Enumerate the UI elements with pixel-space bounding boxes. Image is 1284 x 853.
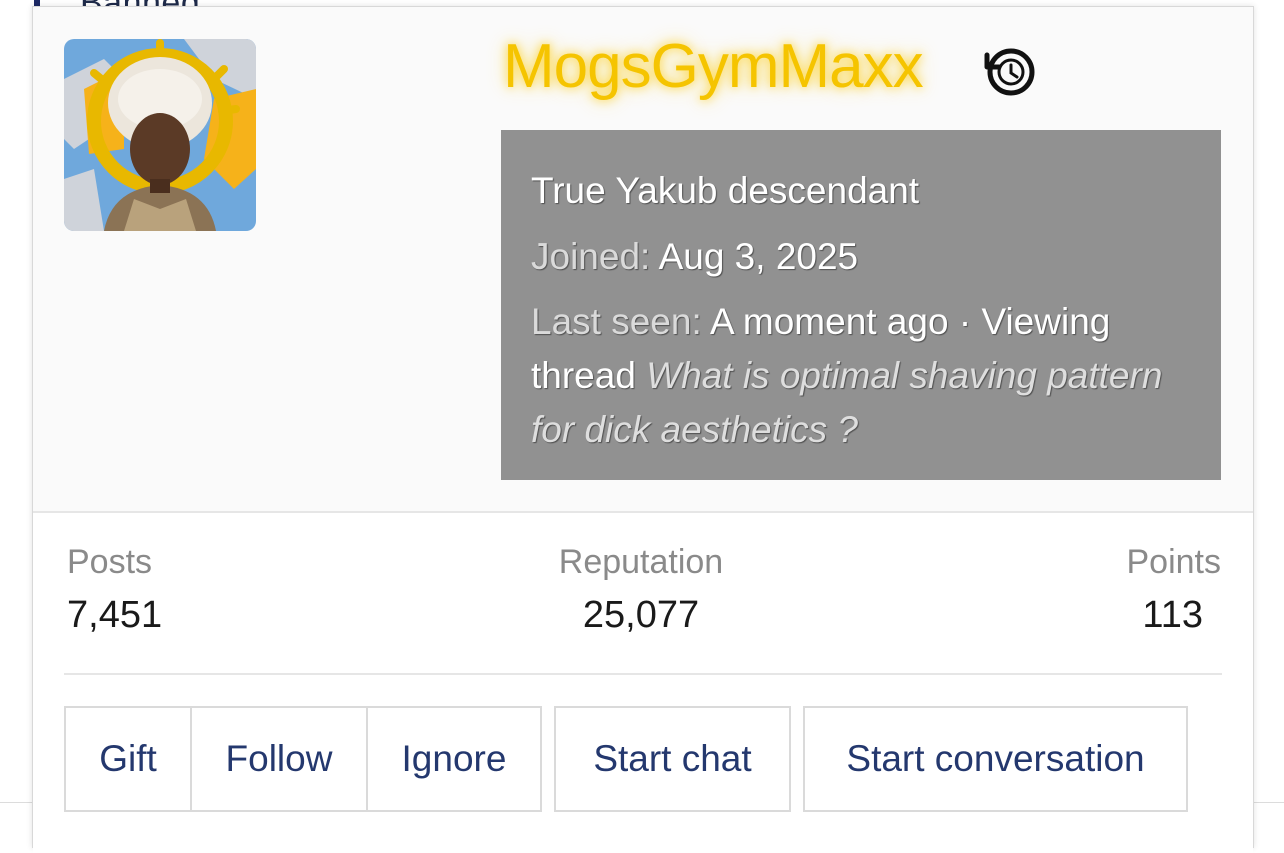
joined-row: Joined: Aug 3, 2025	[531, 230, 1191, 284]
points-label: Points	[1126, 543, 1222, 581]
start-conversation-button[interactable]: Start conversation	[803, 706, 1188, 812]
start-chat-button[interactable]: Start chat	[554, 706, 791, 812]
avatar[interactable]	[64, 39, 256, 231]
stats-divider	[64, 673, 1222, 675]
stat-points[interactable]: Points 113	[1103, 543, 1222, 637]
follow-button[interactable]: Follow	[190, 706, 368, 812]
posts-label: Posts	[67, 543, 153, 581]
stat-posts[interactable]: Posts 7,451	[67, 543, 162, 637]
avatar-image	[64, 39, 256, 231]
joined-value: Aug 3, 2025	[658, 235, 859, 277]
last-seen-value: A moment ago · Viewing	[709, 301, 1111, 343]
user-info-box: True Yakub descendant Joined: Aug 3, 202…	[501, 130, 1221, 480]
reputation-value: 25,077	[582, 594, 700, 636]
username[interactable]: MogsGymMaxx	[503, 31, 924, 102]
user-title: True Yakub descendant	[531, 170, 920, 211]
history-icon[interactable]	[981, 43, 1037, 99]
gift-button[interactable]: Gift	[64, 706, 192, 812]
last-seen-thread-word: thread	[531, 354, 636, 396]
reputation-label: Reputation	[558, 543, 724, 581]
joined-label: Joined:	[531, 235, 651, 277]
stat-reputation[interactable]: Reputation 25,077	[533, 543, 749, 637]
last-seen-label: Last seen:	[531, 301, 702, 343]
points-value: 113	[1142, 594, 1203, 636]
last-seen-row: Last seen: A moment ago · Viewing thread…	[531, 295, 1191, 456]
member-tooltip-card: MogsGymMaxx True Yakub descendant Joined…	[32, 6, 1254, 853]
ignore-button[interactable]: Ignore	[366, 706, 542, 812]
posts-value: 7,451	[67, 594, 163, 636]
